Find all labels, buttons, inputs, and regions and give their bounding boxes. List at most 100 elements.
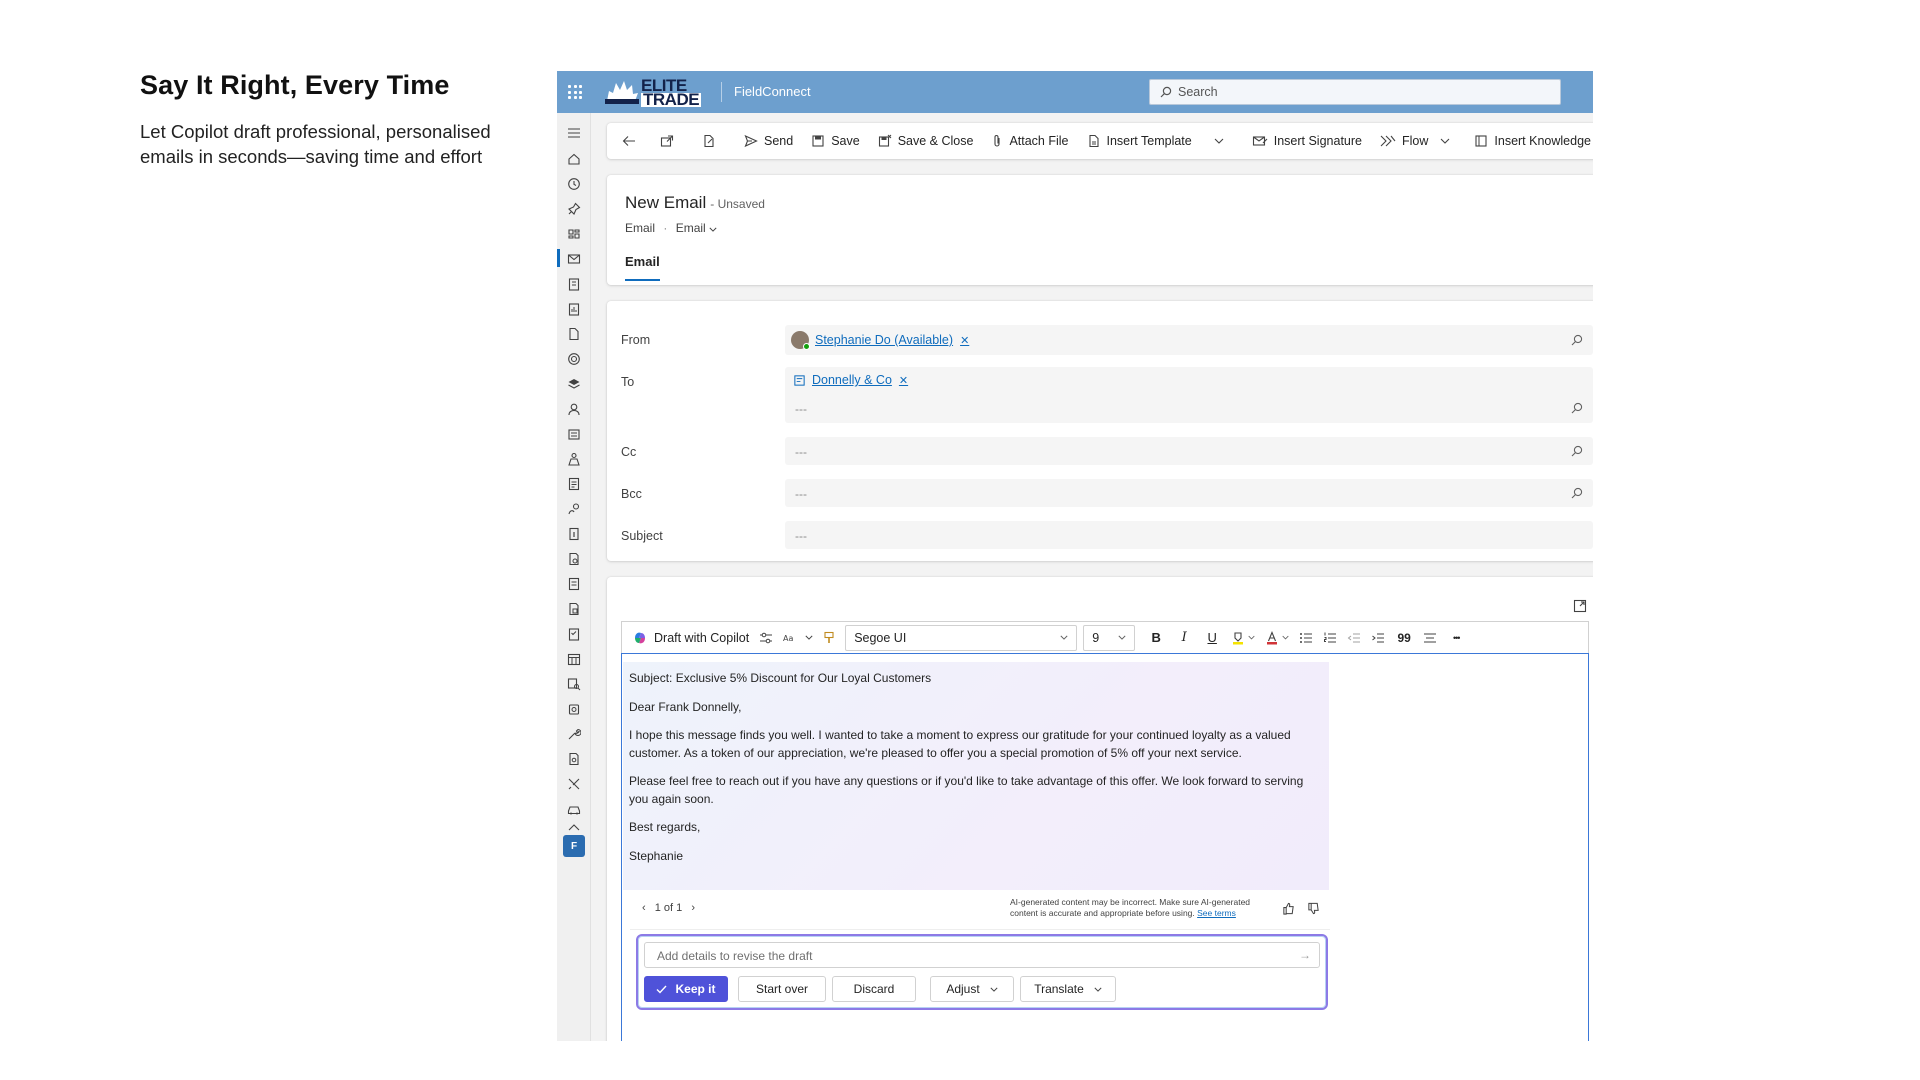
technician-icon[interactable] [566, 451, 582, 467]
remove-icon[interactable]: ✕ [960, 334, 969, 347]
cc-field[interactable]: --- [785, 437, 1593, 465]
to-field[interactable]: Donnelly & Co ✕ --- [785, 367, 1593, 423]
home-icon[interactable] [566, 151, 582, 167]
caption-body: Let Copilot draft professional, personal… [140, 121, 491, 167]
open-new-window-button[interactable] [651, 123, 689, 159]
lookup-search-icon[interactable] [1571, 402, 1583, 414]
insert-template-button[interactable]: Insert Template [1078, 123, 1201, 159]
template-dropdown-button[interactable] [1205, 123, 1239, 159]
font-case-dropdown[interactable]: Aa [783, 632, 813, 644]
email-nav-icon[interactable] [566, 251, 582, 267]
draft-with-copilot-button[interactable]: Draft with Copilot [632, 630, 749, 646]
nav-active-indicator [557, 249, 560, 267]
cc-label: Cc [621, 445, 637, 459]
contact-icon[interactable] [566, 401, 582, 417]
search-input[interactable]: Search [1149, 79, 1561, 105]
subject-label: Subject [621, 529, 663, 543]
send-button[interactable]: Send [735, 123, 802, 159]
calendar-icon[interactable] [566, 651, 582, 667]
vehicle-icon[interactable] [566, 801, 582, 817]
decrease-indent-button[interactable] [1347, 632, 1361, 644]
flow-button[interactable]: Flow [1371, 123, 1465, 159]
record-header: New Email - Unsaved Email · Email Email [607, 175, 1593, 285]
email-body[interactable]: Subject: Exclusive 5% Discount for Our L… [621, 653, 1589, 1041]
previous-draft-icon[interactable]: ‹ [642, 902, 646, 914]
account-icon[interactable] [566, 426, 582, 442]
expand-icon[interactable] [1573, 599, 1587, 613]
bold-button[interactable]: B [1147, 630, 1165, 645]
keep-it-button[interactable]: Keep it [644, 976, 728, 1002]
chevron-down-icon [709, 227, 717, 232]
user-avatar[interactable]: F [563, 835, 585, 857]
copilot-settings-button[interactable] [759, 632, 773, 644]
recent-clock-icon[interactable] [566, 176, 582, 192]
document-icon[interactable] [566, 326, 582, 342]
asset-icon[interactable] [566, 701, 582, 717]
lookup-search-icon[interactable] [1571, 487, 1583, 499]
tab-email[interactable]: Email [625, 254, 660, 269]
quote-doc-icon[interactable] [566, 601, 582, 617]
notes-icon[interactable] [566, 576, 582, 592]
send-arrow-icon[interactable]: → [1299, 948, 1311, 962]
info-doc-icon[interactable] [566, 526, 582, 542]
increase-indent-button[interactable] [1371, 632, 1385, 644]
search-records-icon[interactable] [566, 676, 582, 692]
from-field[interactable]: Stephanie Do (Available) ✕ [785, 325, 1593, 355]
subject-field[interactable]: --- [785, 521, 1593, 549]
thumbs-up-icon[interactable] [1282, 902, 1295, 915]
format-painter-button[interactable] [823, 631, 835, 645]
font-color-button[interactable] [1265, 630, 1289, 645]
start-over-button[interactable]: Start over [738, 976, 826, 1002]
discard-button[interactable]: Discard [832, 976, 916, 1002]
see-terms-link[interactable]: See terms [1197, 908, 1236, 918]
attach-file-button[interactable]: Attach File [982, 123, 1077, 159]
bullet-list-button[interactable] [1299, 632, 1313, 644]
target-icon[interactable] [566, 351, 582, 367]
numbered-list-button[interactable] [1323, 632, 1337, 644]
hamburger-menu-icon[interactable] [566, 125, 582, 141]
invoice-icon[interactable] [566, 551, 582, 567]
location-icon[interactable] [566, 501, 582, 517]
lookup-search-icon[interactable] [1571, 445, 1583, 457]
font-size-select[interactable]: 9 [1083, 624, 1136, 651]
to-recipient-chip[interactable]: Donnelly & Co ✕ [793, 373, 908, 387]
more-nav-icon[interactable] [566, 823, 582, 831]
dashboard-icon[interactable] [566, 226, 582, 242]
revise-draft-input[interactable]: Add details to revise the draft → [644, 942, 1320, 968]
align-button[interactable] [1423, 632, 1437, 644]
app-launcher-button[interactable] [557, 71, 593, 113]
insert-signature-button[interactable]: Insert Signature [1243, 123, 1371, 159]
font-family-select[interactable]: Segoe UI [845, 624, 1078, 651]
bcc-field[interactable]: --- [785, 479, 1593, 507]
insert-item-button[interactable] [693, 123, 731, 159]
lookup-search-icon[interactable] [1571, 334, 1583, 346]
remove-icon[interactable]: ✕ [899, 374, 908, 387]
layers-icon[interactable] [566, 376, 582, 392]
highlight-button[interactable] [1231, 631, 1255, 645]
underline-button[interactable]: U [1203, 630, 1221, 645]
thumbs-down-icon[interactable] [1307, 902, 1320, 915]
checklist-icon[interactable] [566, 626, 582, 642]
report-icon[interactable] [566, 301, 582, 317]
email-editor: Draft with Copilot Aa Segoe UI 9 B I U 9… [607, 577, 1593, 1041]
work-order-icon[interactable] [566, 476, 582, 492]
tools-icon[interactable] [566, 776, 582, 792]
clipboard-icon[interactable] [566, 276, 582, 292]
save-close-button[interactable]: Save & Close [869, 123, 983, 159]
next-draft-icon[interactable]: › [691, 902, 695, 914]
form-selector[interactable]: Email [676, 221, 717, 235]
insert-knowledge-button[interactable]: Insert Knowledge A [1465, 123, 1593, 159]
adjust-button[interactable]: Adjust [930, 976, 1014, 1002]
save-button[interactable]: Save [802, 123, 869, 159]
back-button[interactable] [613, 123, 651, 159]
more-options-button[interactable]: ••• [1447, 633, 1465, 643]
pin-icon[interactable] [566, 201, 582, 217]
inspection-icon[interactable] [566, 751, 582, 767]
italic-button[interactable]: I [1175, 630, 1193, 645]
translate-button[interactable]: Translate [1020, 976, 1116, 1002]
wrench-icon[interactable] [566, 726, 582, 742]
chevron-down-icon [990, 987, 998, 992]
from-recipient-chip[interactable]: Stephanie Do (Available) ✕ [791, 331, 969, 350]
quote-button[interactable]: 99 [1395, 631, 1413, 645]
user-avatar [791, 331, 810, 350]
